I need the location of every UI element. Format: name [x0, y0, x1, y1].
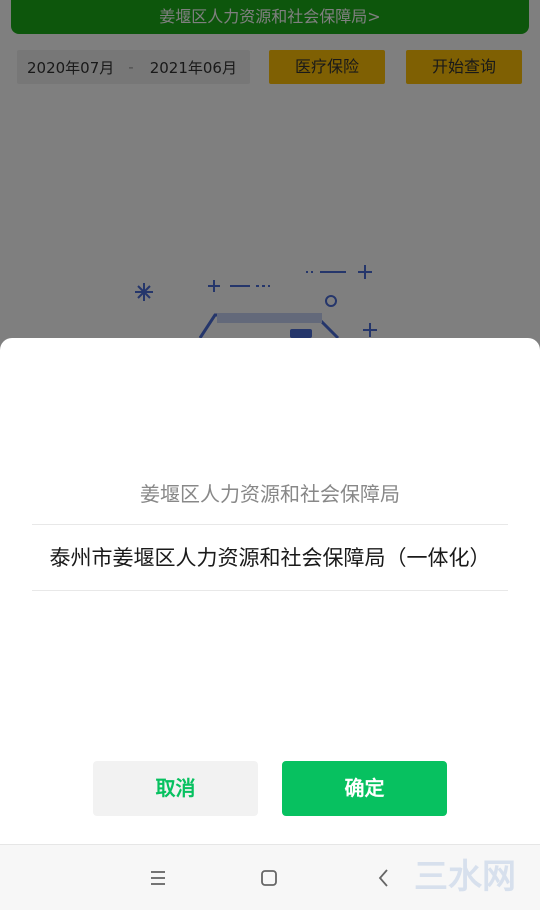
picker-option-selected[interactable]: 泰州市姜堰区人力资源和社会保障局（一体化） [32, 526, 508, 590]
home-icon[interactable] [254, 863, 284, 893]
back-icon[interactable] [369, 863, 399, 893]
picker-title: 姜堰区人力资源和社会保障局 [140, 482, 400, 506]
menu-icon[interactable] [143, 863, 173, 893]
divider [32, 524, 508, 525]
divider [32, 590, 508, 591]
confirm-button[interactable]: 确定 [282, 761, 447, 816]
watermark-logo: 三水网 [414, 857, 516, 897]
system-navigation-bar: 三水网 [0, 844, 540, 910]
bureau-picker-sheet: 姜堰区人力资源和社会保障局 泰州市姜堰区人力资源和社会保障局（一体化） 取消 确… [0, 338, 540, 909]
cancel-button[interactable]: 取消 [93, 761, 258, 816]
